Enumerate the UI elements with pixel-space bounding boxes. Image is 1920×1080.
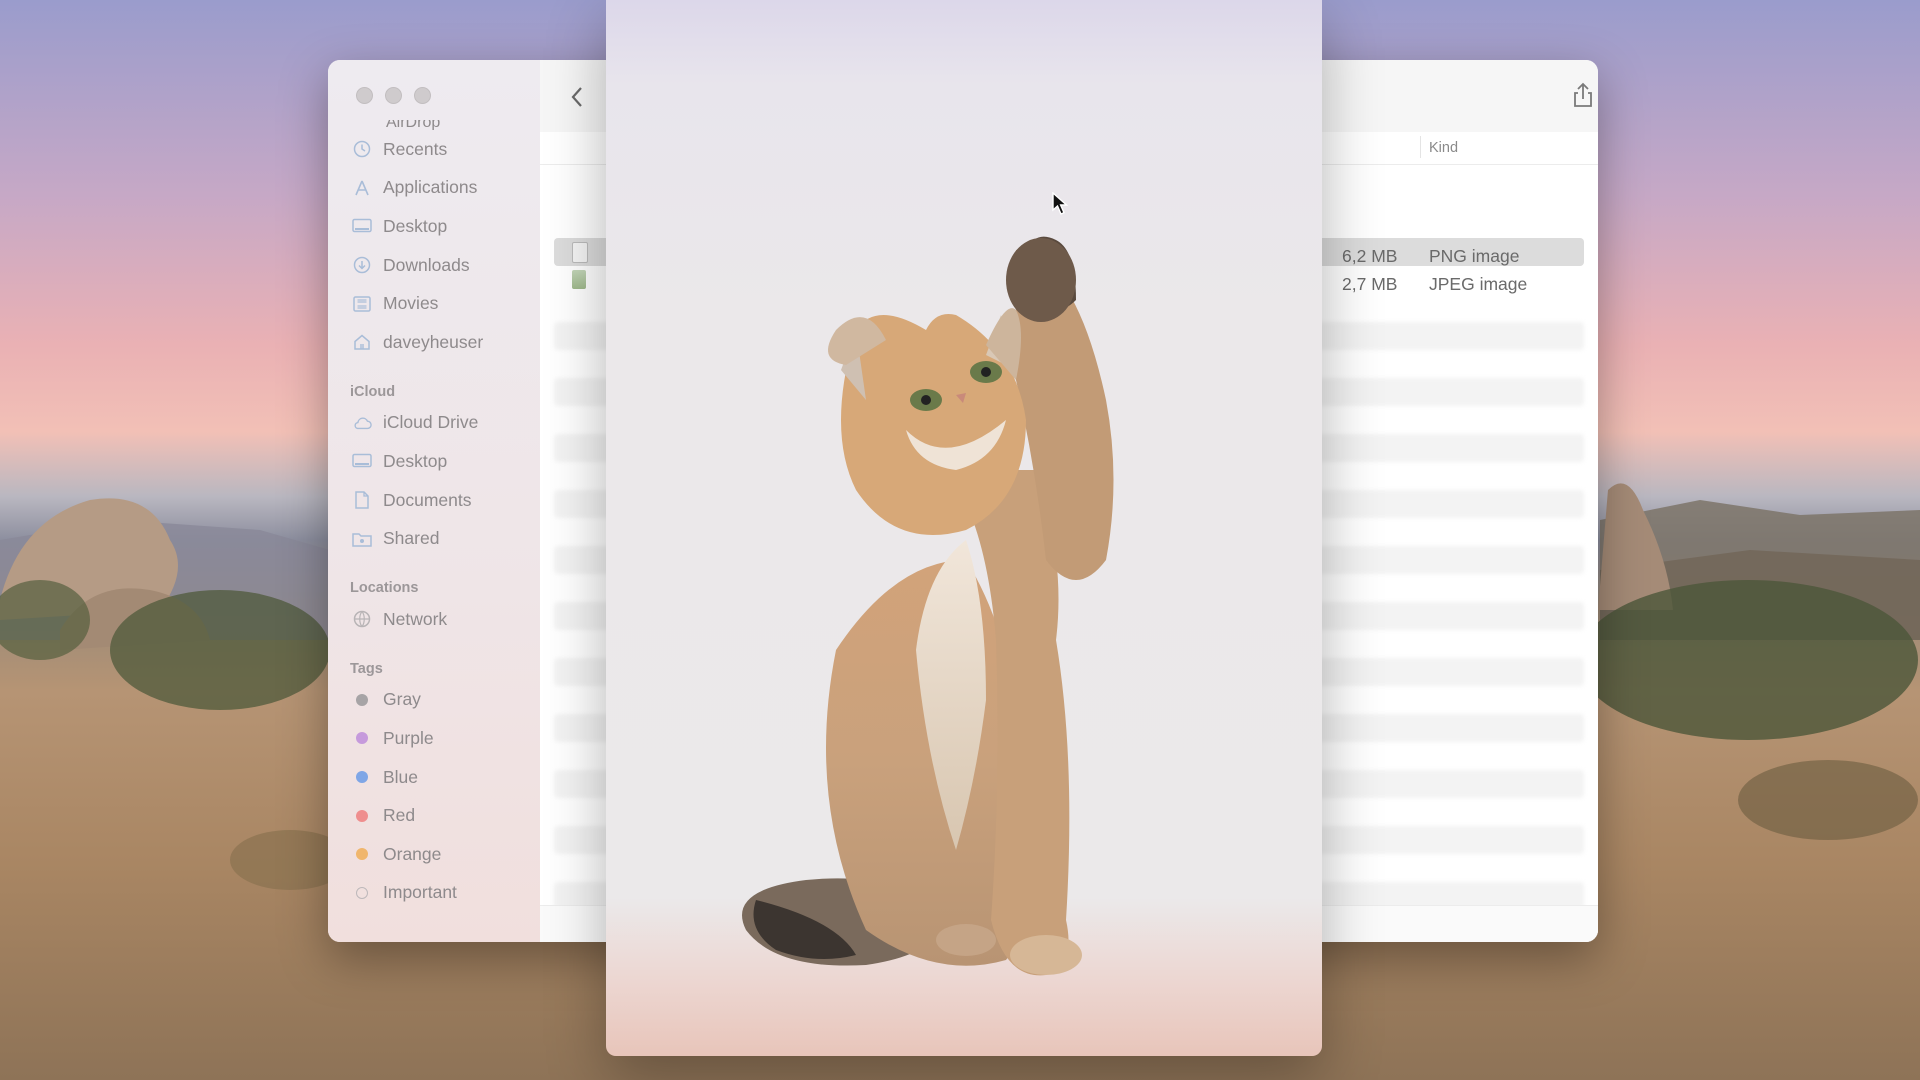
sidebar-item-icloud-drive[interactable]: iCloud Drive [328,404,540,443]
sidebar-item-applications[interactable]: Applications [328,169,540,208]
clock-icon [352,139,372,159]
sidebar-section-tags: Tags [350,660,383,677]
file-row-1-kind: PNG image [1429,246,1520,266]
sidebar-item-desktop[interactable]: Desktop [328,207,540,246]
sidebar-item-icloud-desktop[interactable]: Desktop [328,442,540,481]
sidebar-tag-red[interactable]: Red [328,796,540,835]
column-header-kind[interactable]: Kind [1429,140,1458,156]
tag-ring-icon [352,883,372,903]
sidebar-item-airdrop[interactable]: AirDrop [328,120,540,130]
file-row-1-size: 6,2 MB [1342,246,1398,266]
minimize-button[interactable] [385,87,402,104]
document-icon [352,490,372,510]
file-row-2-size: 2,7 MB [1342,274,1398,294]
applications-icon [352,178,372,198]
mouse-cursor-icon [1052,192,1069,215]
tag-dot-icon [352,767,372,787]
sidebar-item-network[interactable]: Network [328,600,540,639]
cat-image [742,236,1114,976]
sidebar-item-documents[interactable]: Documents [328,481,540,520]
sidebar-tag-gray[interactable]: Gray [328,681,540,720]
desktop-icon [352,451,372,471]
home-icon [352,332,372,352]
sidebar-item-downloads[interactable]: Downloads [328,246,540,285]
desert-brush-right [1598,580,1918,840]
chevron-left-icon [571,87,582,107]
shared-folder-icon [352,529,372,549]
image-file-icon [572,270,586,289]
quick-look-preview[interactable] [606,0,1322,1056]
sidebar-item-shared[interactable]: Shared [328,519,540,558]
sidebar-section-icloud: iCloud [350,383,396,400]
finder-sidebar: AirDrop Recents Applications Desktop Dow… [328,60,541,942]
close-button[interactable] [356,87,373,104]
tag-dot-icon [352,844,372,864]
window-controls [356,87,431,104]
sidebar-item-home[interactable]: daveyheuser [328,323,540,362]
tag-dot-icon [352,806,372,826]
share-button[interactable] [1572,82,1594,108]
cloud-icon [352,413,372,433]
download-icon [352,255,372,275]
desktop-icon [352,216,372,236]
sidebar-tag-important[interactable]: Important [328,874,540,913]
zoom-button[interactable] [414,87,431,104]
tag-dot-icon [352,690,372,710]
share-icon [1574,82,1592,107]
back-button[interactable] [570,86,584,108]
sidebar-item-recents[interactable]: Recents [328,130,540,169]
film-icon [352,294,372,314]
tag-dot-icon [352,728,372,748]
file-icon [572,242,588,263]
network-icon [352,609,372,629]
file-row-2-kind: JPEG image [1429,274,1528,294]
sidebar-item-movies[interactable]: Movies [328,284,540,323]
sidebar-tag-blue[interactable]: Blue [328,758,540,797]
sidebar-tag-purple[interactable]: Purple [328,719,540,758]
sidebar-tag-orange[interactable]: Orange [328,835,540,874]
sidebar-section-locations: Locations [350,579,419,596]
desert-brush-left [0,580,330,890]
